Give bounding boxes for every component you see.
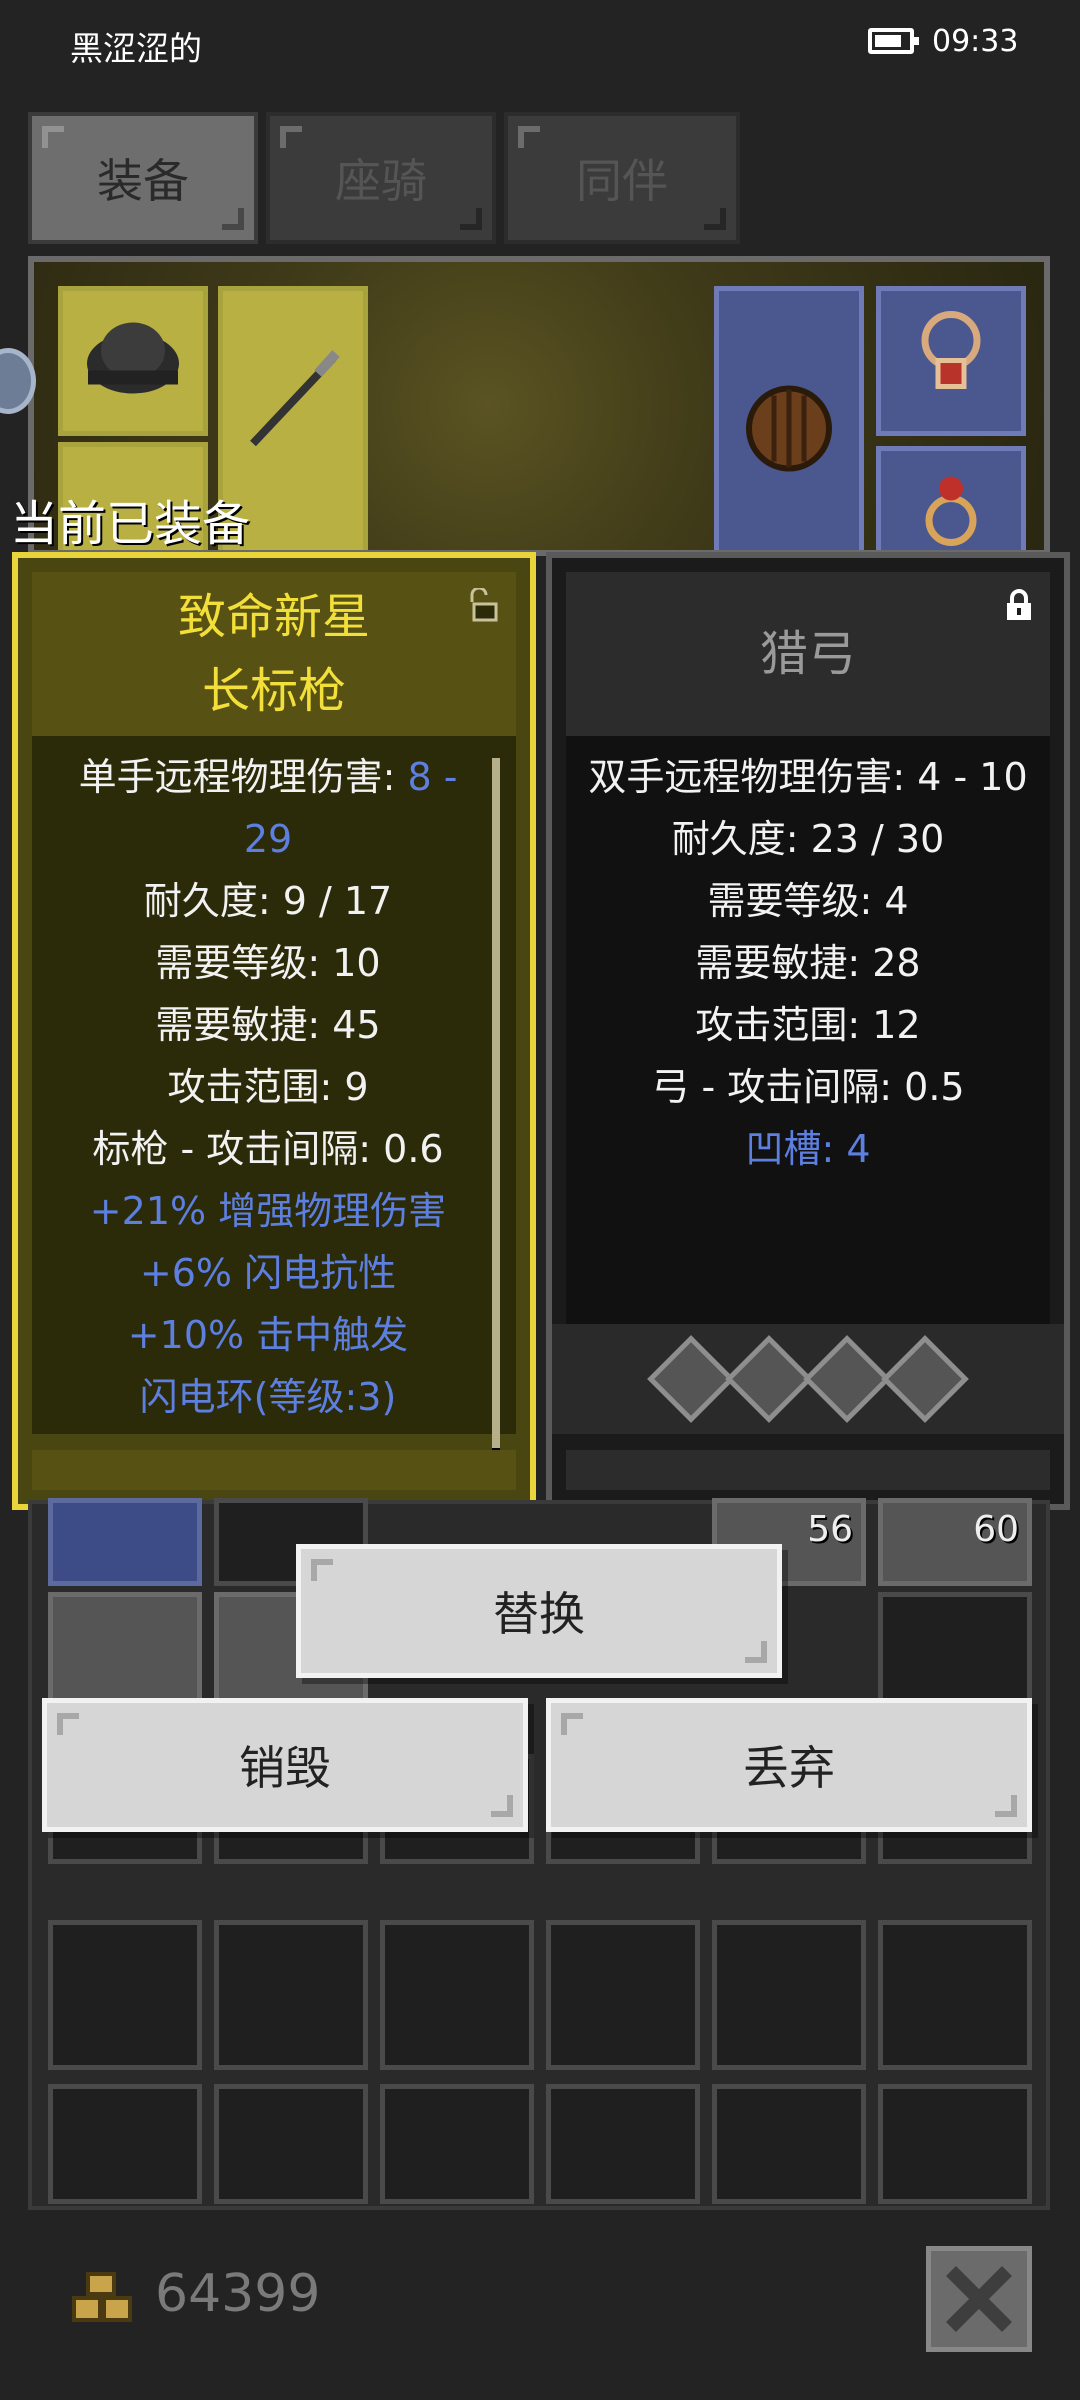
carrier-name: 黑涩涩的 [70, 29, 202, 68]
affix-on-hit-trigger: +10% 击中触发 [127, 1313, 409, 1357]
empty-socket-icon [725, 1335, 813, 1423]
shield-slot[interactable] [714, 286, 864, 550]
affix-physical-damage: +21% 增强物理伤害 [89, 1189, 447, 1233]
stat-durability: 耐久度: 23 / 30 [671, 817, 945, 861]
gold-coins-icon [72, 2272, 132, 2322]
battery-icon [868, 28, 919, 54]
inventory-slot[interactable] [214, 2084, 368, 2204]
current-item-stats-area: 单手远程物理伤害: 8 - 29 耐久度: 9 / 17 需要等级: 10 需要… [32, 736, 516, 1488]
empty-socket-icon [803, 1335, 891, 1423]
inventory-slot[interactable] [878, 1920, 1032, 2070]
tab-equipment[interactable]: 装备 [28, 112, 258, 244]
locked-padlock-icon[interactable] [1002, 588, 1036, 622]
inventory-slot[interactable] [380, 2084, 534, 2204]
unlocked-padlock-icon[interactable] [468, 588, 502, 622]
stat-required-agility: 需要敏捷: 45 [155, 1003, 381, 1047]
compare-item-name: 猎弓 [759, 626, 856, 682]
inventory-slot[interactable]: 60 [878, 1498, 1032, 1586]
status-bar: 黑涩涩的 09:33 [0, 0, 1080, 90]
current-item-prefix: 致命新星 [177, 589, 370, 645]
stat-damage-label: 单手远程物理伤害: [78, 755, 396, 799]
empty-socket-icon [647, 1335, 735, 1423]
stat-attack-range: 攻击范围: 9 [167, 1065, 369, 1109]
current-item-name: 长标枪 [201, 663, 346, 719]
inventory-slot[interactable] [546, 1920, 700, 2070]
empty-socket-icon [881, 1335, 969, 1423]
item-count: 56 [807, 1509, 853, 1550]
replace-button[interactable]: 替换 [296, 1544, 782, 1678]
stats-scrollbar[interactable] [492, 758, 500, 1448]
stat-required-agility: 需要敏捷: 28 [695, 941, 921, 985]
inventory-slot[interactable] [380, 1920, 534, 2070]
amulet-icon [906, 309, 996, 414]
stat-attack-interval: 弓 - 攻击间隔: 0.5 [651, 1065, 965, 1109]
item-count: 60 [973, 1509, 1019, 1550]
ring-icon [916, 469, 986, 551]
stat-attack-interval: 标枪 - 攻击间隔: 0.6 [92, 1127, 444, 1171]
close-button[interactable] [926, 2246, 1032, 2352]
clock-time: 09:33 [932, 24, 1019, 59]
discard-button[interactable]: 丢弃 [546, 1698, 1032, 1832]
inventory-slot[interactable] [48, 1498, 202, 1586]
gold-amount: 64399 [155, 2264, 321, 2324]
equipped-section-title: 当前已装备 [10, 496, 251, 552]
tab-mount[interactable]: 座骑 [266, 112, 496, 244]
socket-row [552, 1324, 1064, 1434]
tab-mount-label: 座骑 [335, 154, 427, 208]
tab-companion[interactable]: 同伴 [504, 112, 740, 244]
tab-companion-label: 同伴 [576, 154, 668, 208]
stat-required-level: 需要等级: 4 [707, 879, 909, 923]
destroy-button-label: 销毁 [239, 1741, 331, 1795]
destroy-button[interactable]: 销毁 [42, 1698, 528, 1832]
inventory-slot[interactable] [48, 2084, 202, 2204]
compare-item-header: 猎弓 [566, 572, 1050, 736]
affix-lightning-resist: +6% 闪电抗性 [139, 1251, 397, 1295]
stat-durability: 耐久度: 9 / 17 [143, 879, 393, 923]
stat-sockets: 凹槽: 4 [745, 1127, 871, 1171]
inventory-slot[interactable] [878, 2084, 1032, 2204]
affix-lightning-ring: 闪电环(等级:3) [139, 1375, 397, 1419]
helmet-slot[interactable] [58, 286, 208, 436]
ring-slot[interactable] [876, 446, 1026, 551]
current-item-card: 致命新星 长标枪 单手远程物理伤害: 8 - 29 耐久度: 9 / 17 需要… [12, 552, 536, 1510]
inventory-slot[interactable] [712, 1920, 866, 2070]
stat-attack-range: 攻击范围: 12 [695, 1003, 921, 1047]
stat-required-level: 需要等级: 10 [155, 941, 381, 985]
round-shield-icon [744, 384, 834, 489]
compare-item-card: 猎弓 双手远程物理伤害: 4 - 10 耐久度: 23 / 30 需要等级: 4… [546, 552, 1070, 1510]
inventory-slot[interactable] [48, 1920, 202, 2070]
inventory-slot[interactable] [214, 1920, 368, 2070]
amulet-slot[interactable] [876, 286, 1026, 436]
spear-icon [238, 344, 348, 469]
current-item-header: 致命新星 长标枪 [32, 572, 516, 736]
stat-damage: 双手远程物理伤害: 4 - 10 [588, 755, 1028, 799]
replace-button-label: 替换 [493, 1587, 585, 1641]
inventory-slot[interactable] [712, 2084, 866, 2204]
helmet-icon [78, 309, 188, 414]
tab-equipment-label: 装备 [97, 154, 189, 208]
inventory-slot[interactable] [546, 2084, 700, 2204]
discard-button-label: 丢弃 [743, 1741, 835, 1795]
close-x-icon [946, 2266, 1012, 2332]
